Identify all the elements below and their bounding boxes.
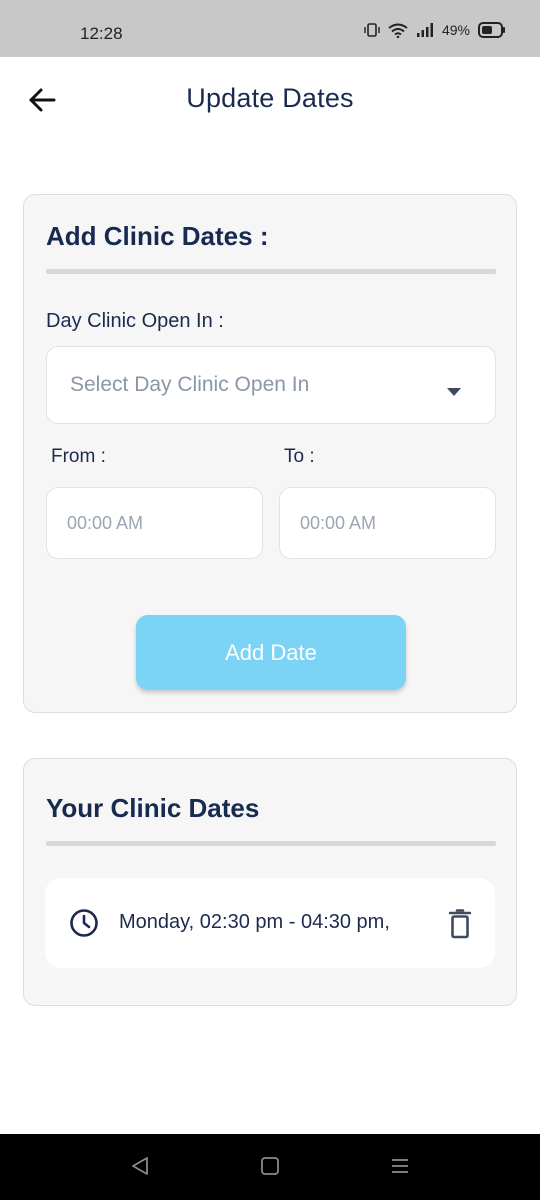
signal-icon bbox=[416, 23, 434, 37]
day-select-dropdown[interactable]: Select Day Clinic Open In bbox=[46, 346, 496, 424]
add-clinic-dates-card: Add Clinic Dates : Day Clinic Open In : … bbox=[23, 194, 517, 713]
status-bar: 12:28 49% bbox=[0, 0, 540, 57]
delete-trash-icon[interactable] bbox=[448, 909, 472, 944]
app-bar: Update Dates bbox=[0, 57, 540, 143]
nav-recents-icon[interactable] bbox=[390, 1156, 410, 1181]
battery-percent: 49% bbox=[441, 22, 470, 38]
to-time-input[interactable] bbox=[279, 487, 496, 559]
add-date-button[interactable]: Add Date bbox=[136, 615, 406, 690]
wifi-icon bbox=[388, 23, 408, 38]
vibrate-icon bbox=[364, 23, 380, 37]
clinic-date-item: Monday, 02:30 pm - 04:30 pm, bbox=[45, 878, 495, 968]
clinic-date-text: Monday, 02:30 pm - 04:30 pm, bbox=[119, 911, 390, 933]
add-clinic-dates-title: Add Clinic Dates : bbox=[46, 221, 269, 251]
day-select-placeholder: Select Day Clinic Open In bbox=[70, 373, 310, 396]
divider bbox=[46, 841, 496, 846]
to-label: To : bbox=[284, 446, 315, 467]
page-title: Update Dates bbox=[186, 83, 354, 113]
battery-icon bbox=[478, 22, 506, 38]
status-icons: 49% bbox=[364, 22, 506, 38]
from-time-input[interactable] bbox=[46, 487, 263, 559]
caret-down-icon bbox=[447, 383, 461, 401]
nav-home-icon[interactable] bbox=[260, 1156, 280, 1181]
from-label: From : bbox=[51, 446, 106, 467]
clock-icon bbox=[69, 908, 99, 943]
nav-back-icon[interactable] bbox=[130, 1156, 150, 1181]
status-time: 12:28 bbox=[80, 24, 123, 43]
your-clinic-dates-card: Your Clinic Dates Monday, 02:30 pm - 04:… bbox=[23, 758, 517, 1006]
system-nav-bar bbox=[0, 1134, 540, 1200]
your-clinic-dates-title: Your Clinic Dates bbox=[46, 793, 260, 823]
divider bbox=[46, 269, 496, 274]
day-clinic-open-label: Day Clinic Open In : bbox=[46, 310, 224, 332]
